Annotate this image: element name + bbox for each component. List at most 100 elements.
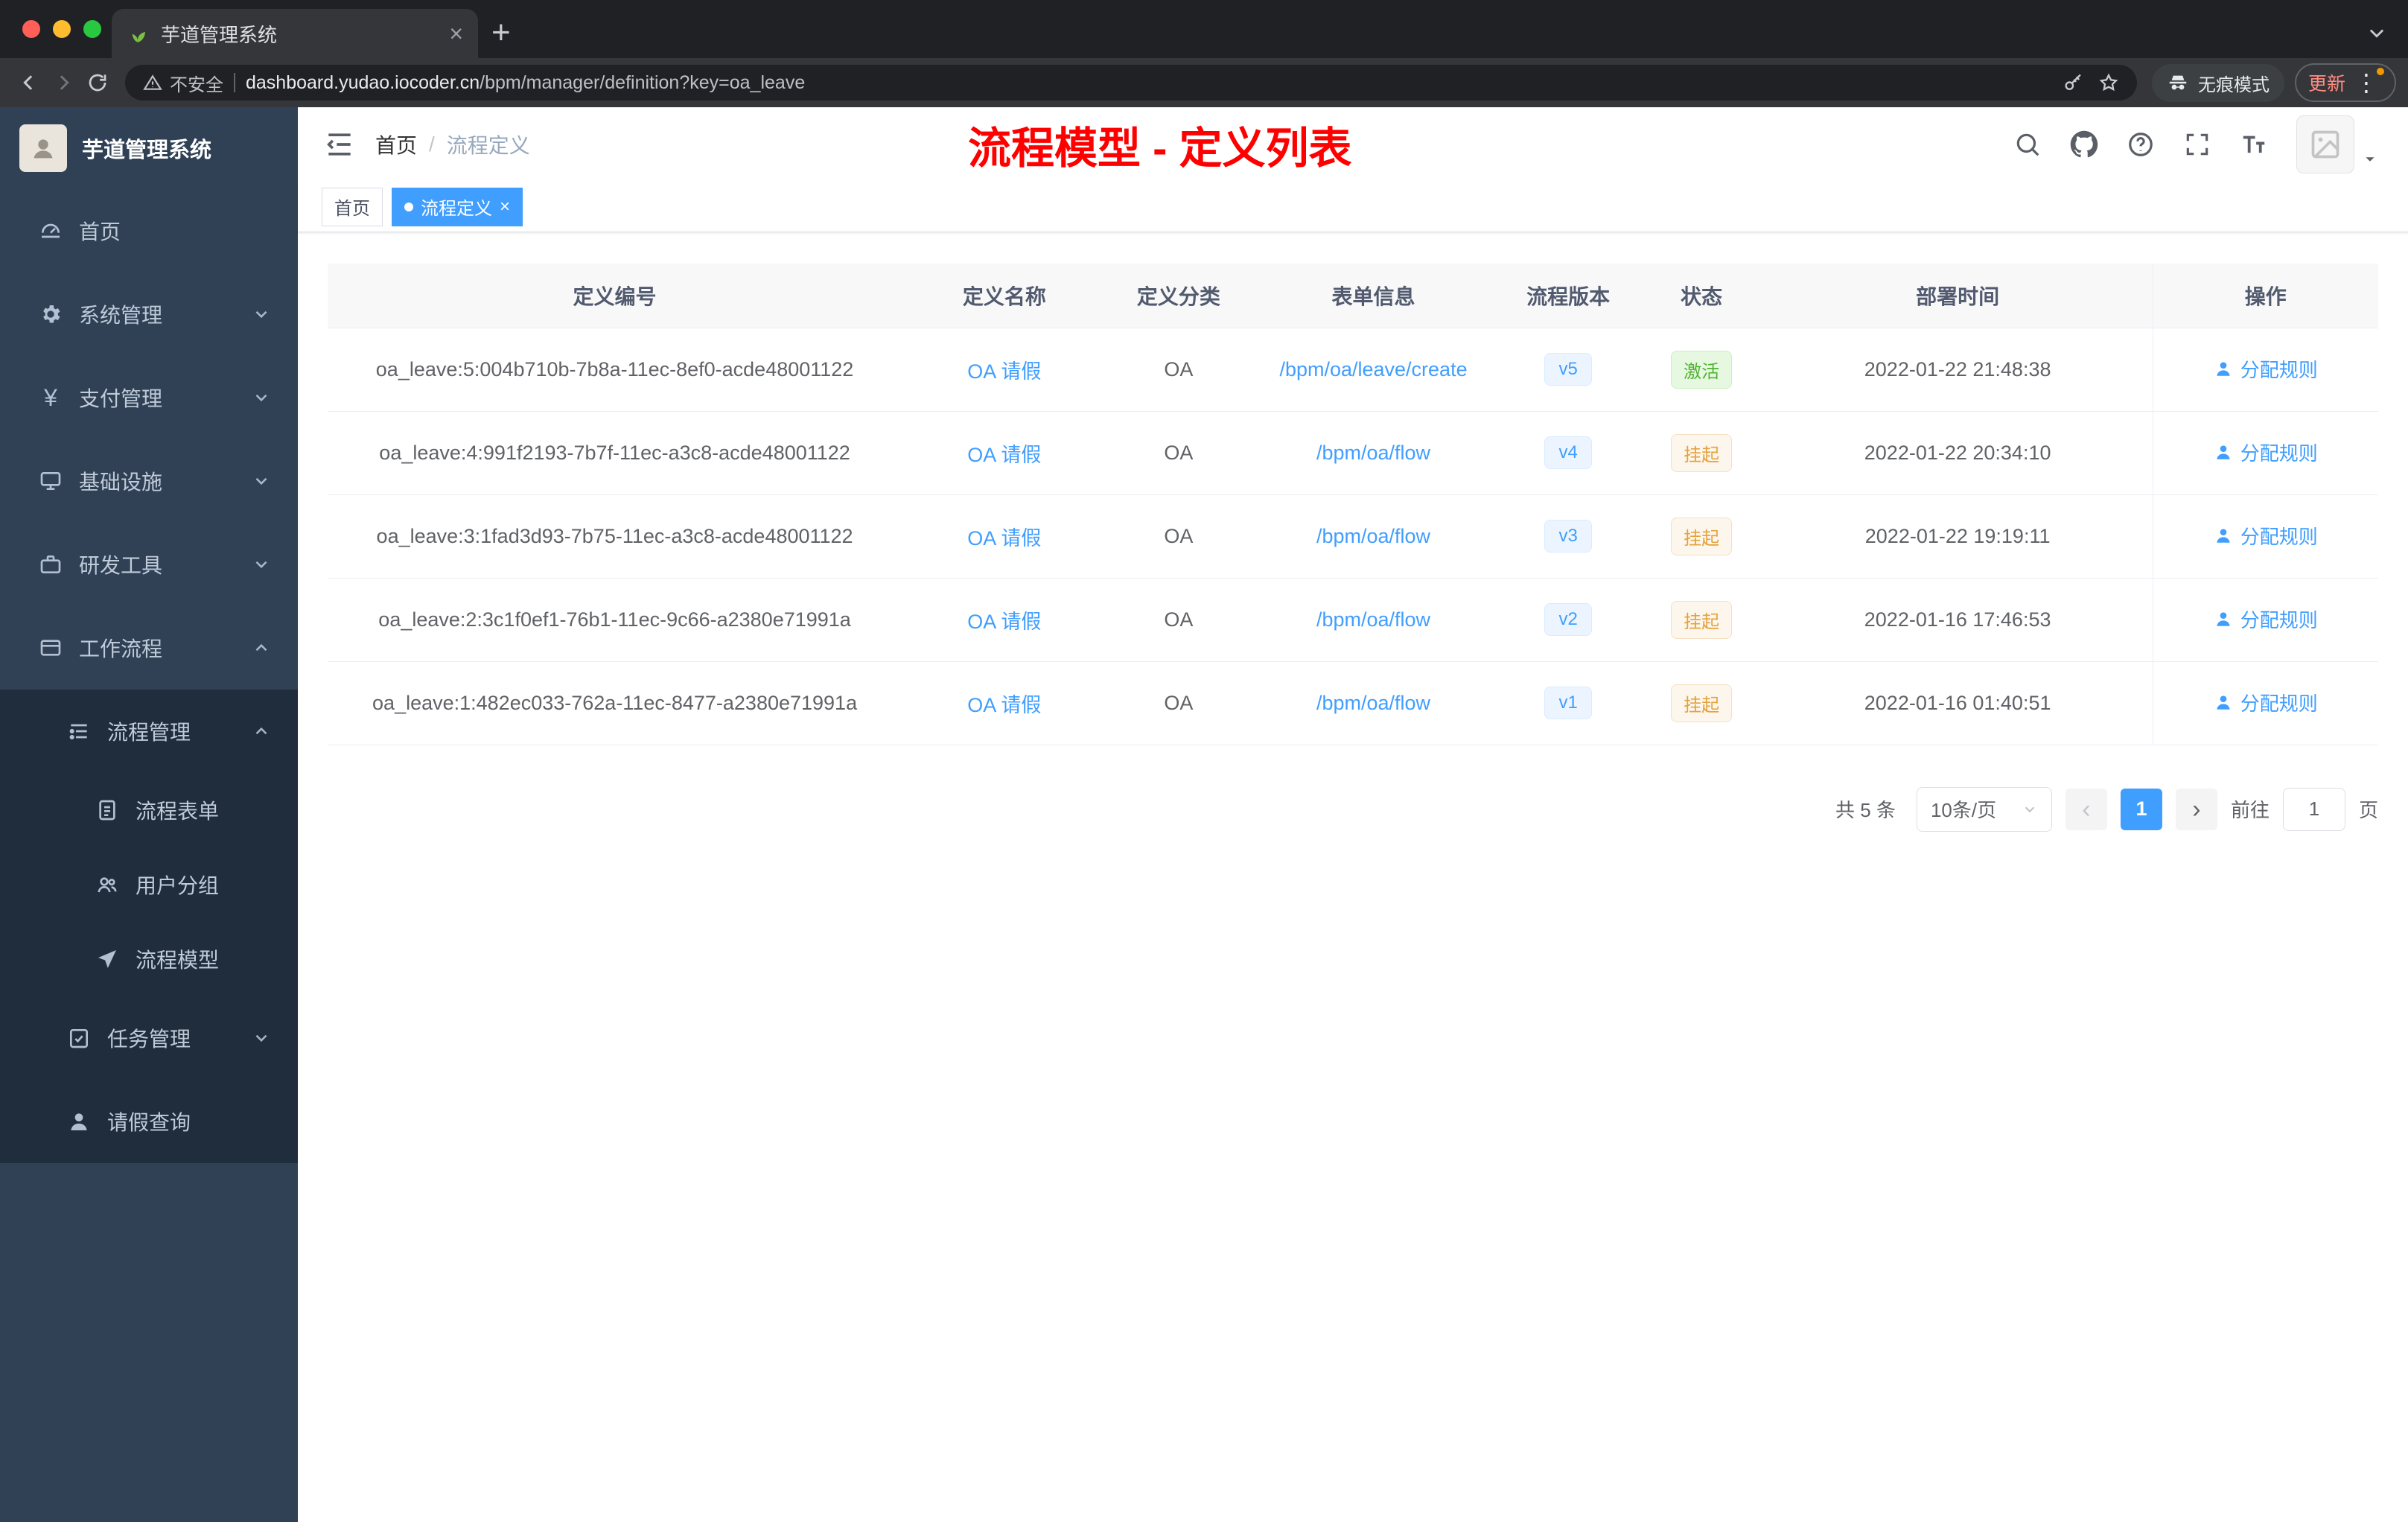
version-badge: v4 [1544, 436, 1592, 469]
search-icon[interactable] [2013, 130, 2042, 159]
chevron-down-icon [255, 561, 267, 569]
definition-category: OA [1106, 494, 1251, 579]
status-badge: 挂起 [1671, 600, 1733, 639]
new-tab-button[interactable]: + [491, 16, 511, 49]
form-info-link[interactable]: /bpm/oa/flow [1316, 442, 1430, 464]
forward-button[interactable] [46, 66, 80, 100]
browser-chrome: 芋道管理系统 × + 不安全 dashboard.yudao.iocoder.c… [0, 0, 2408, 107]
sidebar-item-label: 首页 [79, 220, 121, 243]
page-content: 定义编号 定义名称 定义分类 表单信息 流程版本 状态 部署时间 操作 oa_l… [298, 232, 2408, 1522]
chevron-down-icon [255, 477, 267, 485]
assign-rule-button[interactable]: 分配规则 [2214, 522, 2318, 550]
password-key-icon[interactable] [2063, 72, 2083, 93]
chevron-up-icon [255, 727, 267, 735]
col-definition-category: 定义分类 [1106, 264, 1251, 328]
security-chip[interactable]: 不安全 [143, 70, 223, 96]
tag-process-definition[interactable]: 流程定义 × [392, 187, 523, 226]
definition-id: oa_leave:5:004b710b-7b8a-11ec-8ef0-acde4… [328, 328, 902, 412]
definition-name-link[interactable]: OA 请假 [967, 360, 1041, 383]
definition-name-link[interactable]: OA 请假 [967, 694, 1041, 716]
update-chrome-button[interactable]: 更新 ⋮ [2294, 63, 2396, 102]
assign-rule-button[interactable]: 分配规则 [2214, 355, 2318, 383]
app-shell: 芋道管理系统 首页 系统管理 ¥ 支付管理 基础设施 研发工具 工作流程 流程管… [0, 107, 2408, 1522]
close-window-button[interactable] [22, 20, 40, 38]
prev-page-button[interactable]: ‹ [2065, 788, 2107, 830]
sidebar-item-infra[interactable]: 基础设施 [0, 439, 298, 523]
col-deploy-time: 部署时间 [1762, 264, 2153, 328]
definition-name-link[interactable]: OA 请假 [967, 611, 1041, 633]
sidebar-item-leave-query[interactable]: 请假查询 [0, 1080, 298, 1163]
form-info-link[interactable]: /bpm/oa/leave/create [1279, 358, 1467, 380]
sidebar-item-label: 任务管理 [107, 1028, 191, 1051]
breadcrumb: 首页 / 流程定义 [375, 130, 530, 159]
sidebar-item-system[interactable]: 系统管理 [0, 273, 298, 356]
sidebar-item-label: 基础设施 [79, 471, 163, 494]
back-button[interactable] [12, 66, 46, 100]
help-icon[interactable] [2127, 130, 2155, 159]
person-icon [66, 1109, 92, 1133]
sidebar-item-home[interactable]: 首页 [0, 189, 298, 273]
form-info-link[interactable]: /bpm/oa/flow [1316, 692, 1430, 714]
sidebar-item-payment[interactable]: ¥ 支付管理 [0, 356, 298, 439]
incognito-badge: 无痕模式 [2151, 63, 2284, 102]
tag-home[interactable]: 首页 [322, 187, 383, 226]
current-page[interactable]: 1 [2120, 788, 2162, 830]
tag-label: 首页 [334, 199, 370, 219]
page-unit-label: 页 [2358, 799, 2378, 821]
collapse-sidebar-icon[interactable] [323, 128, 356, 161]
definition-name-link[interactable]: OA 请假 [967, 444, 1041, 466]
form-info-link[interactable]: /bpm/oa/flow [1316, 525, 1430, 547]
url-text: dashboard.yudao.iocoder.cn/bpm/manager/d… [246, 72, 805, 94]
assign-rule-button[interactable]: 分配规则 [2214, 439, 2318, 466]
minimize-window-button[interactable] [53, 20, 71, 38]
document-icon [94, 798, 121, 822]
table-row: oa_leave:5:004b710b-7b8a-11ec-8ef0-acde4… [328, 328, 2378, 412]
sidebar-item-process-model[interactable]: 流程模型 [0, 922, 298, 996]
tab-close-icon[interactable]: × [449, 22, 463, 45]
definition-table: 定义编号 定义名称 定义分类 表单信息 流程版本 状态 部署时间 操作 oa_l… [328, 264, 2378, 745]
github-icon[interactable] [2070, 130, 2098, 159]
fullscreen-icon[interactable] [2183, 130, 2211, 159]
address-bar[interactable]: 不安全 dashboard.yudao.iocoder.cn/bpm/manag… [125, 65, 2137, 101]
update-label: 更新 [2307, 74, 2345, 95]
sidebar: 芋道管理系统 首页 系统管理 ¥ 支付管理 基础设施 研发工具 工作流程 流程管… [0, 107, 298, 1522]
sidebar-logo[interactable]: 芋道管理系统 [0, 107, 298, 189]
tab-search-icon[interactable] [2366, 22, 2387, 43]
col-actions: 操作 [2152, 264, 2378, 328]
next-page-button[interactable]: › [2175, 788, 2217, 830]
sidebar-item-task-management[interactable]: 任务管理 [0, 996, 298, 1080]
page-size-select[interactable]: 10条/页 [1916, 786, 2052, 832]
reload-button[interactable] [80, 66, 115, 100]
browser-menu-icon[interactable]: ⋮ [2354, 68, 2384, 95]
goto-page-input[interactable] [2282, 787, 2345, 831]
definition-category: OA [1106, 328, 1251, 412]
zoom-window-button[interactable] [83, 20, 101, 38]
form-info-link[interactable]: /bpm/oa/flow [1316, 608, 1430, 631]
definition-category: OA [1106, 578, 1251, 662]
pagination: 共 5 条 10条/页 ‹ 1 › 前往 页 [328, 786, 2378, 832]
breadcrumb-home[interactable]: 首页 [375, 130, 417, 159]
col-definition-id: 定义编号 [328, 264, 902, 328]
assign-rule-label: 分配规则 [2240, 358, 2318, 381]
tag-close-icon[interactable]: × [500, 197, 510, 216]
window-controls [22, 20, 101, 38]
bookmark-star-icon[interactable] [2098, 72, 2119, 93]
user-menu[interactable] [2296, 115, 2378, 173]
sidebar-item-devtools[interactable]: 研发工具 [0, 523, 298, 606]
sidebar-item-workflow[interactable]: 工作流程 [0, 606, 298, 690]
browser-tab[interactable]: 芋道管理系统 × [112, 9, 478, 58]
sidebar-item-process-management[interactable]: 流程管理 [0, 690, 298, 773]
font-size-icon[interactable] [2240, 130, 2268, 159]
avatar[interactable] [2296, 115, 2354, 173]
definition-name-link[interactable]: OA 请假 [967, 527, 1041, 550]
table-row: oa_leave:3:1fad3d93-7b75-11ec-a3c8-acde4… [328, 494, 2378, 579]
table-row: oa_leave:2:3c1f0ef1-76b1-11ec-9c66-a2380… [328, 578, 2378, 662]
sidebar-item-user-group[interactable]: 用户分组 [0, 847, 298, 922]
assign-rule-button[interactable]: 分配规则 [2214, 689, 2318, 716]
sidebar-item-process-form[interactable]: 流程表单 [0, 773, 298, 847]
chevron-down-icon [255, 311, 267, 319]
tree-icon [66, 719, 92, 743]
assign-rule-button[interactable]: 分配规则 [2214, 605, 2318, 633]
tab-favicon-icon [132, 31, 145, 42]
assign-rule-label: 分配规则 [2240, 525, 2318, 548]
